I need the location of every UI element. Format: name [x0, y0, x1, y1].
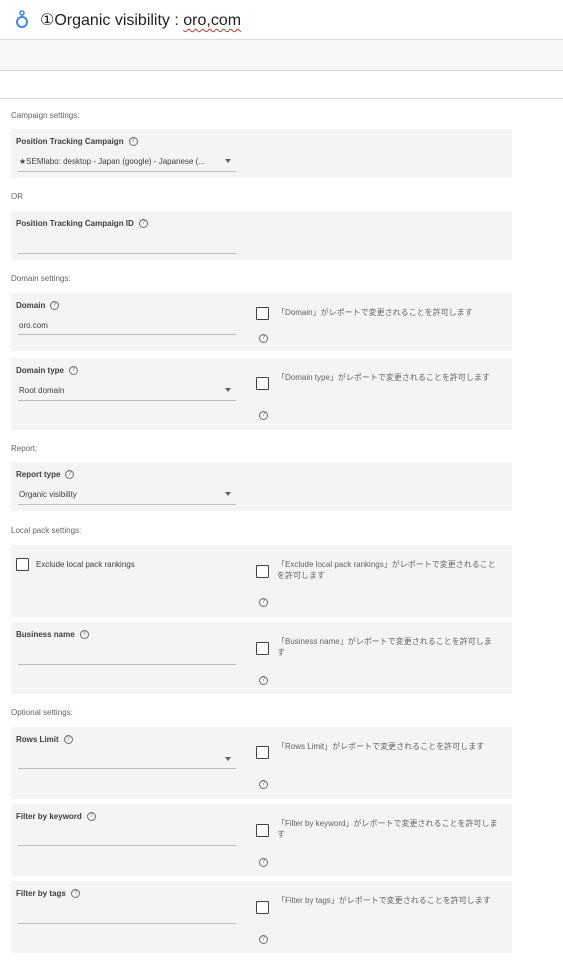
help-circle-icon[interactable]: ? — [79, 630, 89, 640]
rows-limit-underline — [18, 768, 236, 769]
filter-keyword-allow-text: 「Filter by keyword」がレポートで変更されることを許可します — [277, 819, 498, 839]
exclude-local-label: Exclude local pack rankings — [36, 560, 135, 569]
business-name-card: Business name? 「Business name」がレポートで変更され… — [11, 622, 512, 694]
business-name-label: Business name? — [16, 630, 89, 640]
toolbar — [0, 40, 563, 70]
dropdown-caret-icon[interactable] — [225, 388, 231, 392]
domain-underline — [18, 334, 236, 335]
help-circle-icon[interactable]: ? — [259, 935, 268, 944]
report-type-select-value[interactable]: Organic visibility — [19, 490, 77, 499]
campaign-card: Position Tracking Campaign? ★SEMlabo: de… — [11, 129, 512, 178]
domain-allow-text: 「Domain」がレポートで変更されることを許可します — [277, 308, 473, 317]
campaign-select-underline — [18, 171, 236, 172]
help-circle-icon[interactable]: ? — [70, 889, 80, 899]
filter-tags-allow-checkbox[interactable] — [256, 901, 269, 914]
rows-limit-allow-text: 「Rows Limit」がレポートで変更されることを許可します — [277, 742, 485, 751]
dropdown-caret-icon[interactable] — [225, 492, 231, 496]
filter-keyword-label: Filter by keyword? — [16, 812, 96, 822]
help-circle-icon[interactable]: ? — [259, 334, 268, 343]
campaign-id-label: Position Tracking Campaign ID? — [16, 219, 148, 229]
exclude-local-allow-text: 「Exclude local pack rankings」がレポートで変更される… — [277, 560, 496, 580]
data-studio-logo-icon — [14, 8, 30, 30]
section-report: Report: — [11, 444, 38, 453]
domain-type-card: Domain type? Root domain 「Domain type」がレ… — [11, 358, 512, 430]
rows-limit-card: Rows Limit? 「Rows Limit」がレポートで変更されることを許可… — [11, 727, 512, 799]
filter-tags-allow-text: 「Filter by tags」がレポートで変更されることを許可します — [277, 896, 491, 905]
help-circle-icon[interactable]: ? — [63, 735, 73, 745]
exclude-local-allow-checkbox[interactable] — [256, 565, 269, 578]
business-name-underline — [18, 664, 236, 665]
domain-type-select-value[interactable]: Root domain — [19, 386, 64, 395]
help-circle-icon[interactable]: ? — [259, 858, 268, 867]
help-circle-icon[interactable]: ? — [138, 219, 148, 229]
filter-tags-label: Filter by tags? — [16, 889, 80, 899]
title-prefix: ①Organic visibility : — [40, 12, 184, 29]
dropdown-caret-icon[interactable] — [225, 159, 231, 163]
help-circle-icon[interactable]: ? — [259, 780, 268, 789]
filter-keyword-card: Filter by keyword? 「Filter by keyword」がレ… — [11, 804, 512, 876]
help-circle-icon[interactable]: ? — [69, 366, 79, 376]
filter-keyword-underline — [18, 845, 236, 846]
report-type-underline — [18, 504, 236, 505]
section-optional-settings: Optional settings: — [11, 708, 73, 717]
filter-tags-underline — [18, 923, 236, 924]
help-circle-icon[interactable]: ? — [128, 137, 138, 147]
domain-label: Domain? — [16, 301, 60, 311]
dropdown-caret-icon[interactable] — [225, 757, 231, 761]
page-title[interactable]: ①Organic visibility : oro,com — [40, 10, 241, 30]
domain-card: Domain? oro.com 「Domain」がレポートで変更されることを許可… — [11, 293, 512, 351]
filter-keyword-allow-checkbox[interactable] — [256, 824, 269, 837]
help-circle-icon[interactable]: ? — [86, 812, 96, 822]
domain-allow-checkbox[interactable] — [256, 307, 269, 320]
exclude-local-checkbox[interactable] — [16, 558, 29, 571]
help-circle-icon[interactable]: ? — [65, 470, 75, 480]
filter-tags-card: Filter by tags? 「Filter by tags」がレポートで変更… — [11, 881, 512, 953]
campaign-label: Position Tracking Campaign? — [16, 137, 138, 147]
subtoolbar-divider — [0, 98, 563, 99]
help-circle-icon[interactable]: ? — [259, 411, 268, 420]
campaign-id-card: Position Tracking Campaign ID? — [11, 211, 512, 260]
section-local-pack-settings: Local pack settings: — [11, 526, 82, 535]
domain-input[interactable]: oro.com — [19, 321, 48, 330]
domain-type-allow-text: 「Domain type」がレポートで変更されることを許可します — [277, 373, 490, 382]
campaign-id-underline — [18, 253, 236, 254]
domain-type-underline — [18, 400, 236, 401]
campaign-select-value[interactable]: ★SEMlabo: desktop - Japan (google) - Jap… — [19, 157, 205, 166]
app-header: ①Organic visibility : oro,com — [0, 0, 563, 40]
report-type-card: Report type? Organic visibility — [11, 462, 512, 511]
business-name-allow-text: 「Business name」がレポートで変更されることを許可します — [277, 637, 492, 657]
report-type-label: Report type? — [16, 470, 75, 480]
rows-limit-allow-checkbox[interactable] — [256, 746, 269, 759]
section-or: OR — [11, 192, 23, 201]
exclude-local-card: Exclude local pack rankings 「Exclude loc… — [11, 545, 512, 617]
section-domain-settings: Domain settings: — [11, 274, 71, 283]
domain-type-label: Domain type? — [16, 366, 79, 376]
rows-limit-label: Rows Limit? — [16, 735, 73, 745]
help-circle-icon[interactable]: ? — [259, 676, 268, 685]
section-campaign-settings: Campaign settings: — [11, 111, 80, 120]
toolbar-divider — [0, 70, 563, 71]
title-domain: oro,com — [183, 12, 242, 29]
business-name-allow-checkbox[interactable] — [256, 642, 269, 655]
help-circle-icon[interactable]: ? — [50, 301, 60, 311]
help-circle-icon[interactable]: ? — [259, 598, 268, 607]
domain-type-allow-checkbox[interactable] — [256, 377, 269, 390]
